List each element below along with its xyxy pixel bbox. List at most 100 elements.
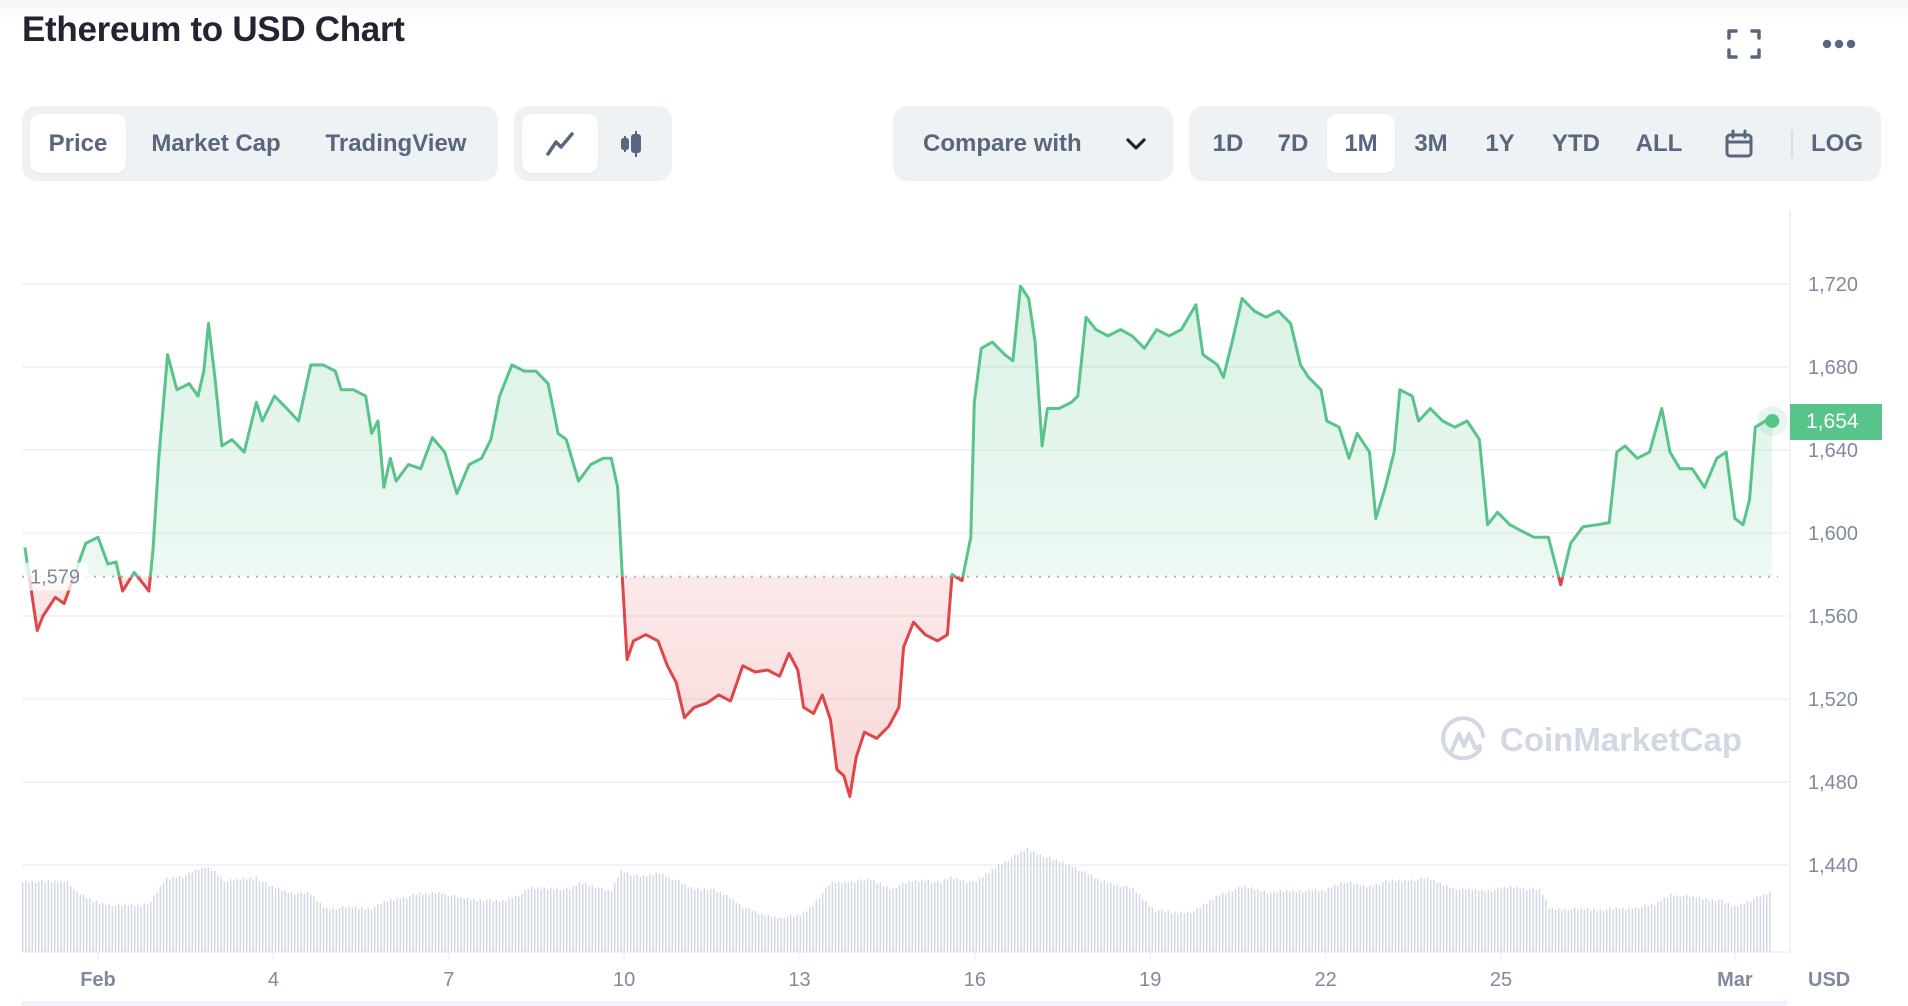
volume-bar — [1686, 894, 1688, 952]
tab-tradingview[interactable]: TradingView — [306, 114, 486, 173]
volume-bar — [809, 907, 811, 952]
x-tick-label: 10 — [613, 969, 635, 991]
log-scale-toggle[interactable]: LOG — [1805, 114, 1869, 173]
range-1y[interactable]: 1Y — [1467, 114, 1533, 173]
volume-bar — [130, 904, 133, 952]
volume-bar — [297, 893, 299, 952]
volume-bar — [847, 882, 850, 952]
volume-bar — [1743, 903, 1746, 952]
volume-bar — [150, 901, 152, 952]
price-chart[interactable]: 1,579 1,440 1,480 1,520 1,560 1,600 1,640 1,68… — [0, 190, 1908, 1006]
volume-bar — [444, 893, 446, 952]
volume-bar — [57, 882, 59, 952]
volume-bar — [982, 877, 984, 952]
volume-bar — [1430, 880, 1432, 952]
volume-bar — [1196, 908, 1198, 952]
compare-with-dropdown[interactable]: Compare with — [893, 106, 1173, 181]
volume-bar — [1068, 864, 1070, 952]
currency-label: USD — [1808, 969, 1850, 991]
volume-bar — [1468, 888, 1470, 952]
volume-bar — [1510, 885, 1512, 952]
volume-bar — [1471, 890, 1474, 952]
volume-bar — [70, 885, 72, 952]
volume-bar — [1234, 889, 1237, 952]
line-chart-button[interactable] — [522, 114, 598, 173]
volume-bar — [1532, 888, 1534, 952]
volume-bar — [703, 888, 706, 952]
volume-bar — [63, 882, 66, 952]
volume-bar — [1458, 889, 1461, 952]
volume-bar — [1324, 891, 1326, 952]
volume-bar — [841, 883, 843, 952]
volume-bar — [921, 879, 923, 952]
volume-bar — [406, 898, 408, 952]
volume-bar — [1596, 911, 1598, 952]
volume-bar — [889, 889, 891, 952]
volume-bar — [134, 906, 136, 952]
range-ytd[interactable]: YTD — [1533, 114, 1619, 173]
volume-bar — [287, 892, 290, 952]
range-3m[interactable]: 3M — [1395, 114, 1467, 173]
volume-bar — [1311, 890, 1314, 952]
volume-bar — [1711, 898, 1714, 952]
volume-bar — [1625, 909, 1627, 952]
volume-bar — [1404, 879, 1406, 952]
range-7d[interactable]: 7D — [1259, 114, 1327, 173]
range-all[interactable]: ALL — [1619, 114, 1699, 173]
volume-bar — [751, 910, 754, 952]
volume-bar — [1074, 866, 1077, 952]
volume-bar — [537, 887, 539, 952]
chevron-down-icon — [1126, 137, 1146, 150]
volume-bar — [895, 887, 898, 952]
volume-bar — [252, 879, 254, 952]
volume-bar — [1628, 908, 1630, 952]
volume-bar — [1270, 892, 1272, 952]
volume-bar — [1266, 893, 1269, 952]
range-1m[interactable]: 1M — [1327, 114, 1395, 173]
volume-bar — [418, 892, 421, 952]
volume-bar — [1177, 913, 1179, 952]
calendar-button[interactable] — [1699, 114, 1779, 173]
volume-bar — [1721, 899, 1723, 952]
more-horizontal-icon[interactable] — [1820, 34, 1860, 54]
volume-bar — [111, 906, 114, 952]
volume-bar — [668, 876, 670, 952]
volume-bar — [786, 916, 789, 952]
volume-bar — [1122, 886, 1125, 952]
y-tick-label: 1,560 — [1808, 606, 1858, 628]
volume-bar — [681, 883, 683, 952]
volume-bar — [543, 887, 546, 952]
range-1d[interactable]: 1D — [1197, 114, 1259, 173]
volume-bar — [140, 906, 142, 952]
volume-bar — [1561, 910, 1563, 952]
volume-bar — [1401, 881, 1403, 952]
volume-bar — [156, 892, 158, 952]
volume-bar — [470, 899, 472, 952]
volume-bar — [1350, 881, 1352, 952]
volume-bar — [1609, 907, 1611, 952]
volume-bar — [598, 887, 600, 952]
tab-market-cap[interactable]: Market Cap — [126, 114, 306, 173]
volume-bar — [870, 880, 872, 952]
volume-bar — [617, 877, 619, 952]
volume-bar — [1071, 866, 1074, 952]
volume-bar — [793, 916, 795, 952]
volume-bar — [1385, 879, 1387, 952]
volume-bar — [233, 880, 235, 952]
candlestick-button[interactable] — [598, 114, 664, 173]
volume-bar — [300, 891, 302, 952]
volume-bar — [1503, 886, 1506, 952]
volume-bar — [572, 886, 574, 952]
volume-bar — [1353, 884, 1355, 952]
volume-bar — [175, 878, 178, 952]
volume-bar — [1110, 882, 1112, 952]
volume-bar — [492, 901, 494, 952]
volume-bar — [358, 908, 360, 952]
tab-price[interactable]: Price — [30, 114, 126, 173]
volume-bar — [1647, 905, 1650, 952]
volume-bar — [802, 912, 805, 952]
volume-bar — [1423, 879, 1426, 952]
volume-bar — [1506, 888, 1509, 952]
fullscreen-icon[interactable] — [1727, 28, 1761, 60]
volume-bar — [1026, 848, 1029, 952]
